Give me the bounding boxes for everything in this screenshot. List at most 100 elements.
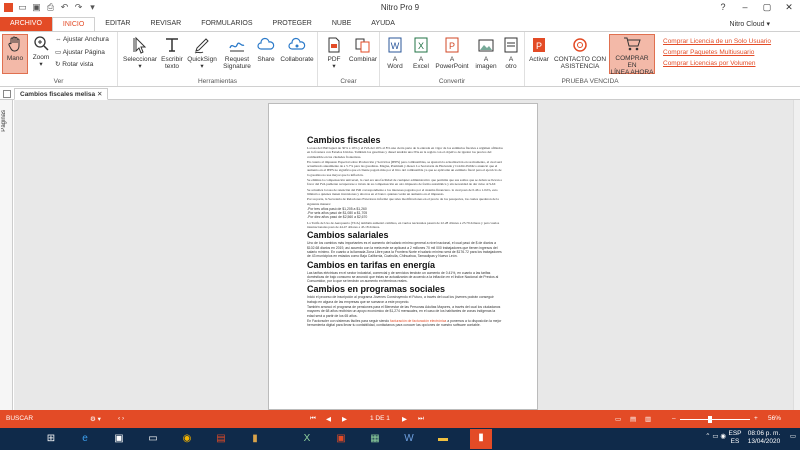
activar-button[interactable]: P Activar <box>527 36 551 63</box>
file-explorer-icon[interactable]: ▬ <box>432 430 454 448</box>
escribir-texto-button[interactable]: Escribir texto <box>160 36 184 70</box>
minimize-icon[interactable]: – <box>734 0 756 15</box>
request-label: Request <box>224 56 250 63</box>
seleccionar-button[interactable]: Seleccionar ▾ <box>122 36 158 70</box>
notes-app-icon[interactable]: ▮ <box>244 430 266 448</box>
store-icon[interactable]: ▣ <box>108 430 130 448</box>
nitro-active-taskbar-icon[interactable]: ▮ <box>470 429 492 449</box>
activar-label: Activar <box>529 56 549 63</box>
link-paquetes-multiusuario[interactable]: Comprar Paquetes Multiusuario <box>663 49 754 56</box>
play-icon[interactable]: ▶ <box>342 415 347 423</box>
a-imagen-button[interactable]: Aimagen <box>473 36 499 70</box>
mano-button[interactable]: Mano <box>2 34 28 74</box>
monitor-icon[interactable]: ▭ <box>142 430 164 448</box>
page-indicator[interactable]: 1 DE 1 <box>370 415 390 422</box>
close-icon[interactable]: ✕ <box>778 0 800 15</box>
chrome-icon[interactable]: ◉ <box>176 430 198 448</box>
tab-proteger[interactable]: PROTEGER <box>263 17 322 31</box>
next-page-icon[interactable]: ▶ <box>402 415 407 423</box>
collaborate-button[interactable]: Collaborate <box>278 36 316 63</box>
ajustar-anchura-button[interactable]: ⇔ Ajustar Anchura <box>55 36 109 43</box>
group-crear: PDF ▾ Combinar Crear <box>318 32 380 86</box>
tab-revisar[interactable]: REVISAR <box>140 17 191 31</box>
view-single-icon[interactable]: ▭ <box>615 415 621 423</box>
windows-start-icon[interactable]: ⊞ <box>40 430 62 448</box>
document-tab-label: Cambios fiscales melisa <box>20 91 96 98</box>
word-taskbar-icon[interactable]: W <box>398 430 420 448</box>
buscar-label[interactable]: BUSCAR <box>6 415 33 422</box>
paragraph: Se actualiza la tasa de retención del IS… <box>307 187 498 196</box>
zoom-slider-track[interactable] <box>680 419 750 420</box>
share-button[interactable]: Share <box>254 36 278 63</box>
zoom-in-icon[interactable]: + <box>754 415 758 422</box>
pdf-page: Cambios fiscales La tasa del ISR bajará … <box>268 103 538 410</box>
cursor-icon <box>133 36 147 54</box>
language-indicator[interactable]: ESP ES <box>726 430 744 446</box>
heading-cambios-fiscales: Cambios fiscales <box>307 135 381 145</box>
ajustar-pagina-button[interactable]: ▭ Ajustar Página <box>55 48 105 56</box>
tab-formularios[interactable]: FORMULARIOS <box>191 17 262 31</box>
tab-nube[interactable]: NUBE <box>322 17 361 31</box>
help-icon[interactable]: ? <box>712 0 734 15</box>
a-word-button[interactable]: W A Word <box>383 36 407 70</box>
link-licencias-volumen[interactable]: Comprar Licencias por Volumen <box>663 60 756 67</box>
a-powerpoint-button[interactable]: P A PowerPoint <box>433 36 471 70</box>
view-continuous-icon[interactable]: ▤ <box>630 415 636 423</box>
tab-ayuda[interactable]: AYUDA <box>361 17 405 31</box>
calculator-icon[interactable]: ▦ <box>364 430 386 448</box>
tab-inicio[interactable]: INICIO <box>51 17 96 31</box>
pdf-button[interactable]: PDF ▾ <box>322 36 346 70</box>
excel-taskbar-icon[interactable]: X <box>296 430 318 448</box>
paragraph: En Factorsoler con sistemas fáciles para… <box>307 319 503 328</box>
tab-editar[interactable]: EDITAR <box>95 17 140 31</box>
user-account[interactable]: Nitro Cloud ▾ <box>730 20 770 28</box>
panel-toggle-icon[interactable] <box>3 90 11 98</box>
document-tab-bar <box>0 88 800 100</box>
zoom-slider-thumb[interactable] <box>708 416 712 423</box>
zoom-label: Zoom <box>32 54 50 61</box>
contacto-asistencia-button[interactable]: CONTACTO CON ASISTENCIA <box>553 36 607 70</box>
nitro-pdf-taskbar-icon[interactable]: ▣ <box>330 430 352 448</box>
view-facing-icon[interactable]: ▥ <box>645 415 651 423</box>
zoom-button[interactable]: Zoom ▾ <box>30 34 52 68</box>
comprar-en-linea-button[interactable]: COMPRAR EN LÍNEA AHORA <box>609 34 655 76</box>
rotar-vista-button[interactable]: ↻ Rotar vista <box>55 60 93 68</box>
a-otro-label-1: A <box>508 56 514 63</box>
prev-page-icon[interactable]: ◀ <box>326 415 331 423</box>
request-signature-button[interactable]: Request Signature <box>220 36 254 70</box>
rotate-icon: ↻ <box>55 61 61 68</box>
quicksign-button[interactable]: QuickSign ▾ <box>186 36 218 70</box>
tray-icons[interactable]: ⌃ ▭ ◉ <box>705 433 726 441</box>
search-settings-icon[interactable]: ⚙ ▾ <box>90 415 101 423</box>
fit-page-icon: ▭ <box>55 49 62 56</box>
combinar-button[interactable]: Combinar <box>348 36 378 63</box>
zoom-out-icon[interactable]: – <box>672 415 676 422</box>
group-ver: Mano Zoom ▾ ⇔ Ajustar Anchura ▭ Ajustar P… <box>0 32 118 86</box>
group-herramientas-label: Herramientas <box>197 78 237 85</box>
paragraph: La Tarifa de Uso de Aeropuerto (TUA) tam… <box>307 220 500 230</box>
last-page-icon[interactable]: ⏭ <box>418 415 424 423</box>
tab-archivo[interactable]: ARCHIVO <box>0 17 52 31</box>
vertical-scrollbar[interactable] <box>793 100 800 410</box>
a-otro-button[interactable]: Aotro <box>499 36 523 70</box>
paginas-panel-tab[interactable]: Páginas <box>1 110 12 132</box>
group-herramientas: Seleccionar ▾ Escribir texto QuickSign ▾ Re… <box>118 32 318 86</box>
a-word-label-2: Word <box>387 63 403 70</box>
first-page-icon[interactable]: ⏮ <box>310 415 316 423</box>
quicksign-dropdown-icon: ▾ <box>200 63 204 70</box>
group-convertir: W A Word X A Excel P A PowerPoint Aimagen A… <box>380 32 525 86</box>
pdf-label: PDF <box>327 56 341 63</box>
document-tab[interactable]: Cambios fiscales melisa ✕ <box>14 88 109 100</box>
pdf-new-icon <box>328 37 340 53</box>
tab-close-icon[interactable]: ✕ <box>97 91 102 98</box>
search-prev-next-icon[interactable]: ‹ › <box>118 415 124 422</box>
status-bar: BUSCAR ⚙ ▾ ‹ › ⏮ ◀ ▶ 1 DE 1 ▶ ⏭ ▭ ▤ ▥ – … <box>0 410 800 428</box>
notifications-icon[interactable]: ▭ <box>786 433 796 441</box>
clock[interactable]: 08:06 p. m. 13/04/2020 <box>744 430 784 446</box>
pdf-reader-icon[interactable]: ▤ <box>210 430 232 448</box>
edge-browser-icon[interactable]: e <box>74 430 96 448</box>
maximize-icon[interactable]: ▢ <box>756 0 778 15</box>
svg-text:W: W <box>391 41 400 51</box>
a-excel-button[interactable]: X A Excel <box>409 36 433 70</box>
link-licencia-usuario[interactable]: Comprar Licencia de un Solo Usuario <box>663 38 771 45</box>
